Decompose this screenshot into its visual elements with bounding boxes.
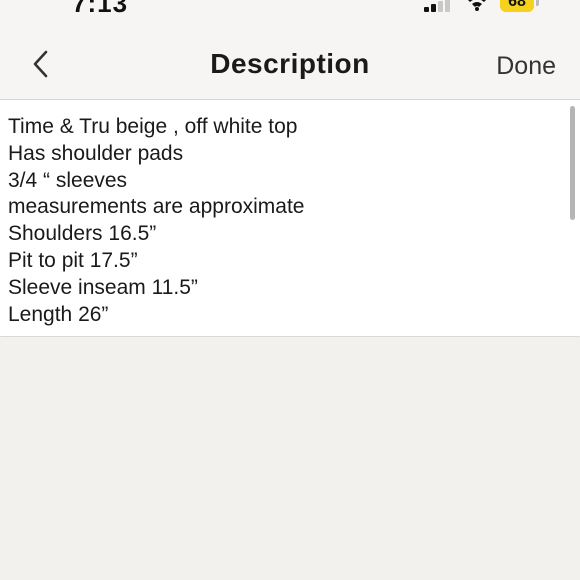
description-line: 3/4 “ sleeves bbox=[8, 168, 128, 192]
description-line: Shoulders 16.5” bbox=[8, 222, 157, 246]
description-line: Pit to pit 17.5” bbox=[8, 248, 138, 272]
description-text-area[interactable]: Time & Tru beige , off white top Has sho… bbox=[0, 100, 580, 336]
description-screen: 7:13 68 Description Done Time & Tru beig… bbox=[0, 0, 580, 580]
scrollbar[interactable] bbox=[570, 106, 575, 220]
cellular-signal-icon bbox=[424, 0, 454, 12]
description-line: measurements are approximate bbox=[8, 195, 305, 219]
navigation-bar: Description Done bbox=[0, 30, 580, 100]
battery-indicator: 68 bbox=[500, 0, 534, 12]
battery-nub bbox=[536, 0, 539, 6]
description-line: Sleeve inseam 11.5” bbox=[8, 275, 198, 299]
description-text[interactable]: Time & Tru beige , off white top Has sho… bbox=[8, 114, 558, 328]
description-line: Has shoulder pads bbox=[8, 141, 184, 165]
description-line: Length 26” bbox=[8, 302, 109, 326]
page-title: Description bbox=[210, 48, 370, 79]
status-bar: 7:13 68 bbox=[0, 0, 580, 30]
description-line: Time & Tru beige , off white top bbox=[8, 115, 298, 138]
done-button[interactable]: Done bbox=[496, 52, 556, 81]
empty-background bbox=[0, 337, 580, 580]
status-time: 7:13 bbox=[72, 0, 129, 18]
wifi-icon bbox=[468, 0, 486, 11]
